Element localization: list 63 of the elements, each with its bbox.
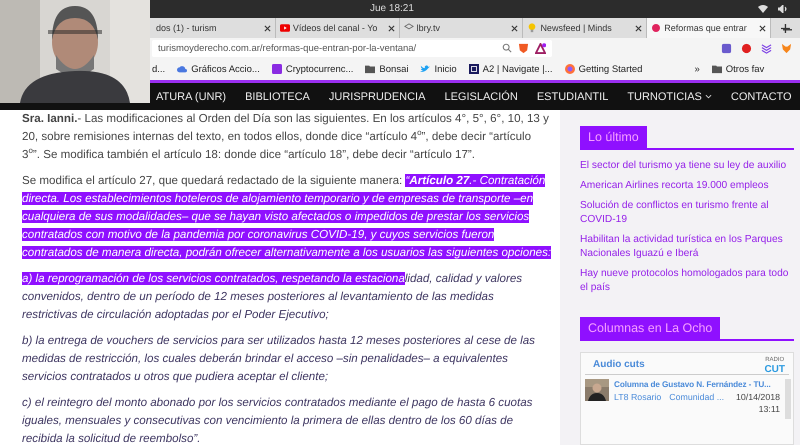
folder-icon <box>712 64 722 74</box>
scrollbar[interactable] <box>785 379 791 419</box>
audio-item[interactable]: Columna de Gustavo N. Fernández - TU... LT8 Rosario Comunidad ... 10/14/2018 13:11 <box>581 375 793 419</box>
address-field[interactable]: turismoyderecho.com.ar/reformas-que-entran-por-la-ventana/ <box>152 40 552 56</box>
zoom-icon[interactable] <box>502 43 512 53</box>
bulb-icon <box>527 23 538 33</box>
square-icon <box>272 64 282 74</box>
news-link[interactable]: American Airlines recorta 19.000 empleos <box>580 179 794 193</box>
nav-link[interactable]: TURNOTICIAS <box>627 90 712 102</box>
article-paragraph: c) el reintegro del monto abonado por los servicios contratados mediante el pago de hasta 6 cuotas iguales, mensuales y consecutivas con vencimiento la primera de ellas dentro de los 60 días de recibida la solicitud de reembolso”. <box>22 395 534 445</box>
triangle-icon[interactable] <box>535 42 546 54</box>
category-label: Comunidad ... <box>669 392 724 403</box>
article-paragraph: Sra. Ianni.- Las modificaciones al Orden del Día son las siguientes. En los artículos 4°, 5°, 6°, 10, 13 y 20, sobre remisiones internas del texto, en todos ellos, donde dice “artículo 4$^{o}$”, debe decir “artículo 3$^{o}$”. Se modifica también el artículo 18: donde dice “artículo 18”, debe decir “artículo 17”. <box>22 111 550 163</box>
bookmark[interactable]: A2 | Navigate |... <box>468 64 553 74</box>
nav-link[interactable]: CONTACTO <box>730 90 792 102</box>
more-bookmarks[interactable]: » <box>694 64 700 74</box>
bookmark-folder[interactable]: Otros fav <box>712 64 764 74</box>
station-label: LT8 Rosario <box>614 392 662 403</box>
audio-title: Columna de Gustavo N. Fernández - TU... <box>614 379 772 390</box>
widget-title: Audio cuts <box>593 358 645 372</box>
close-icon[interactable] <box>511 24 518 32</box>
bookmark[interactable]: Gráficos Accio... <box>177 64 260 74</box>
bookmark[interactable]: Getting Started <box>564 64 642 74</box>
nav-link[interactable]: ESTUDIANTIL <box>536 90 608 102</box>
news-link[interactable]: Habilitan la actividad turística en los Parques Nacionales Iguazú e Iberá <box>580 233 794 261</box>
caret-icon <box>704 94 712 99</box>
bookmark[interactable]: Inicio <box>420 64 457 74</box>
shield-icon[interactable] <box>518 42 529 54</box>
news-link[interactable]: El sector del turismo ya tiene su ley de auxilio <box>580 159 794 173</box>
cloud-icon <box>177 64 188 74</box>
nav-link[interactable]: LEGISLACIÓN <box>444 90 518 102</box>
nav-link[interactable]: JURISPRUDENCIA <box>328 90 426 102</box>
bookmark[interactable]: Cryptocurrenc... <box>272 64 354 74</box>
news-link[interactable]: Hay nueve protocolos homologados para todo el país <box>580 267 794 295</box>
widget-title: Columnas en La Ocho <box>580 317 720 339</box>
dot-icon <box>651 23 662 33</box>
play-icon <box>280 23 290 33</box>
time-label: 13:11 <box>758 404 780 415</box>
bookmark[interactable]: d... <box>152 64 166 74</box>
close-icon[interactable] <box>635 24 642 32</box>
article-paragraph: a) la reprogramación de los servicios contratados, respetando la estacionalidad, calidad y valores convenidos, dentro de un período de 12 meses posteriores al levantamiento de las medidas restrictivas de circulación adoptadas por el Poder Ejecutivo; <box>22 271 524 323</box>
wifi-icon <box>758 5 768 13</box>
article-paragraph: b) la entrega de vouchers de servicios para ser utilizados hasta 12 meses posteriores al cese de las medidas de restricción, los cuales deberán brindar el acceso –sin penalidades– a equivalentes servicios contratados u otros que pudiera aceptar el cliente; <box>22 333 536 385</box>
news-link[interactable]: Solución de conflictos en turismo frente al COVID-19 <box>580 199 794 227</box>
nav-link[interactable]: BIBLIOTECA <box>245 90 310 102</box>
close-icon[interactable] <box>759 24 766 32</box>
layers-icon[interactable] <box>761 42 772 54</box>
browser-tab[interactable]: Reformas que entrar <box>647 18 772 38</box>
bookmark[interactable]: Bonsai <box>365 64 408 74</box>
folder-icon <box>365 64 376 74</box>
article-paragraph: Se modifica el artículo 27, que quedará redactado de la siguiente manera: “Artículo 27.- Contratación directa. Los establecimientos hoteleros de alojamiento temporario y de empresas de transporte –en cualquiera de sus modalidades– que se hayan visto afectados o impedidos de prestar los servicios contratados con motivo de la pandemia por coronavirus COVID-19, y cuyos servicios fueron contratados de manera directa, podrán ofrecer alternativamente a los usuarios las siguientes opciones: <box>22 173 552 261</box>
box-icon <box>468 64 479 74</box>
new-tab-icon[interactable] <box>781 24 790 33</box>
nav-link[interactable]: ATURA (UNR) <box>156 90 226 102</box>
speaker-icon <box>778 5 788 13</box>
bird-icon <box>420 64 430 74</box>
clock: Jue 18:21 <box>370 3 414 14</box>
date-label: 10/14/2018 <box>736 392 780 403</box>
minimize-icon[interactable] <box>783 29 792 31</box>
close-icon[interactable] <box>264 24 271 32</box>
close-icon[interactable] <box>388 24 395 32</box>
widget-title: Lo último <box>580 126 647 148</box>
url-text: turismoyderecho.com.ar/reformas-que-entran-por-la-ventana/ <box>158 42 418 54</box>
